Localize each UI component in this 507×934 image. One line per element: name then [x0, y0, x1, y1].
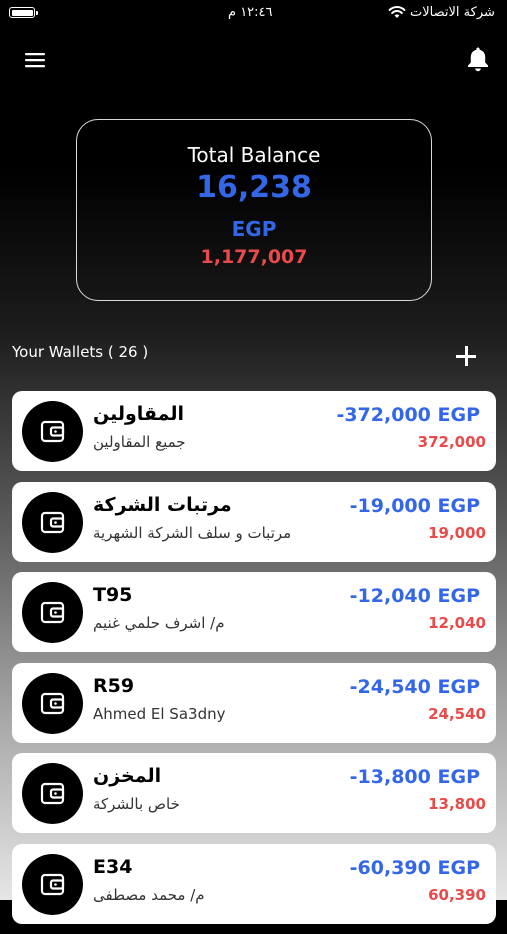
wallet-avatar [22, 763, 83, 824]
balance-secondary-amount: 1,177,007 [200, 246, 308, 268]
wallet-amount: -60,390 EGP [349, 856, 480, 879]
wallet-icon [40, 782, 65, 805]
wallet-name: E34 [93, 855, 133, 878]
wallet-card[interactable]: مرتبات الشركة مرتبات و سلف الشركة الشهري… [12, 481, 496, 562]
wallet-avatar [22, 401, 83, 462]
wallet-description: جميع المقاولين [93, 433, 186, 451]
wallet-secondary-amount: 13,800 [428, 795, 486, 813]
wallet-name: R59 [93, 674, 135, 697]
wallet-card[interactable]: T95 م/ اشرف حلمي غنيم -12,040 EGP 12,040 [12, 572, 496, 652]
wallet-name: T95 [93, 584, 133, 606]
wallet-secondary-amount: 19,000 [428, 523, 486, 542]
wallet-secondary-amount: 12,040 [428, 614, 486, 632]
carrier-name: شركة الاتصالات [410, 5, 495, 20]
wallet-amount: -19,000 EGP [349, 494, 480, 517]
wallet-amount: -24,540 EGP [349, 675, 480, 698]
wallet-name: المخزن [93, 765, 162, 787]
wallet-icon [40, 873, 65, 895]
total-balance-card: Total Balance 16,238 EGP 1,177,007 [76, 119, 432, 301]
wallet-avatar [22, 672, 83, 734]
add-wallet-button[interactable] [455, 345, 477, 367]
battery-icon [9, 7, 38, 18]
status-bar: ١٢:٤٦ م شركة الاتصالات [0, 0, 507, 30]
wallet-description: م/ محمد مصطفى [93, 885, 205, 904]
wallet-description: خاص بالشركة [93, 795, 180, 813]
wifi-icon [388, 6, 406, 18]
wallet-card[interactable]: المقاولين جميع المقاولين -372,000 EGP 37… [12, 391, 496, 471]
status-time: ١٢:٤٦ م [228, 5, 273, 20]
wallet-card[interactable]: المخزن خاص بالشركة -13,800 EGP 13,800 [12, 753, 496, 833]
wallet-name: المقاولين [93, 403, 184, 425]
wallet-avatar [22, 853, 83, 915]
wallet-avatar [22, 582, 83, 643]
wallet-card[interactable]: R59 Ahmed El Sa3dny -24,540 EGP 24,540 [12, 662, 496, 743]
balance-title: Total Balance [187, 143, 321, 167]
wallet-description: Ahmed El Sa3dny [93, 704, 226, 723]
wallet-icon [40, 692, 65, 714]
wallet-icon [40, 601, 65, 624]
balance-amount: 16,238 [196, 170, 312, 205]
wallet-amount: -13,800 EGP [349, 766, 480, 788]
wallet-secondary-amount: 372,000 [417, 433, 486, 451]
wallets-title: Your Wallets ( 26 ) [12, 343, 149, 361]
wallet-name: مرتبات الشركة [93, 493, 232, 516]
wallet-description: مرتبات و سلف الشركة الشهرية [93, 523, 292, 542]
wallet-avatar [22, 491, 83, 553]
wallet-amount: -12,040 EGP [349, 585, 480, 607]
wallet-secondary-amount: 60,390 [428, 885, 486, 904]
wallet-icon [40, 511, 65, 533]
wallet-secondary-amount: 24,540 [428, 704, 486, 723]
wallet-description: م/ اشرف حلمي غنيم [93, 614, 225, 632]
menu-icon[interactable] [24, 51, 46, 69]
wallet-amount: -372,000 EGP [336, 404, 480, 426]
wallet-card[interactable]: E34 م/ محمد مصطفى -60,390 EGP 60,390 [12, 843, 496, 924]
wallet-list: المقاولين جميع المقاولين -372,000 EGP 37… [12, 391, 496, 934]
wallet-icon [40, 420, 65, 443]
balance-currency: EGP [231, 217, 277, 241]
bell-icon[interactable] [466, 46, 490, 72]
